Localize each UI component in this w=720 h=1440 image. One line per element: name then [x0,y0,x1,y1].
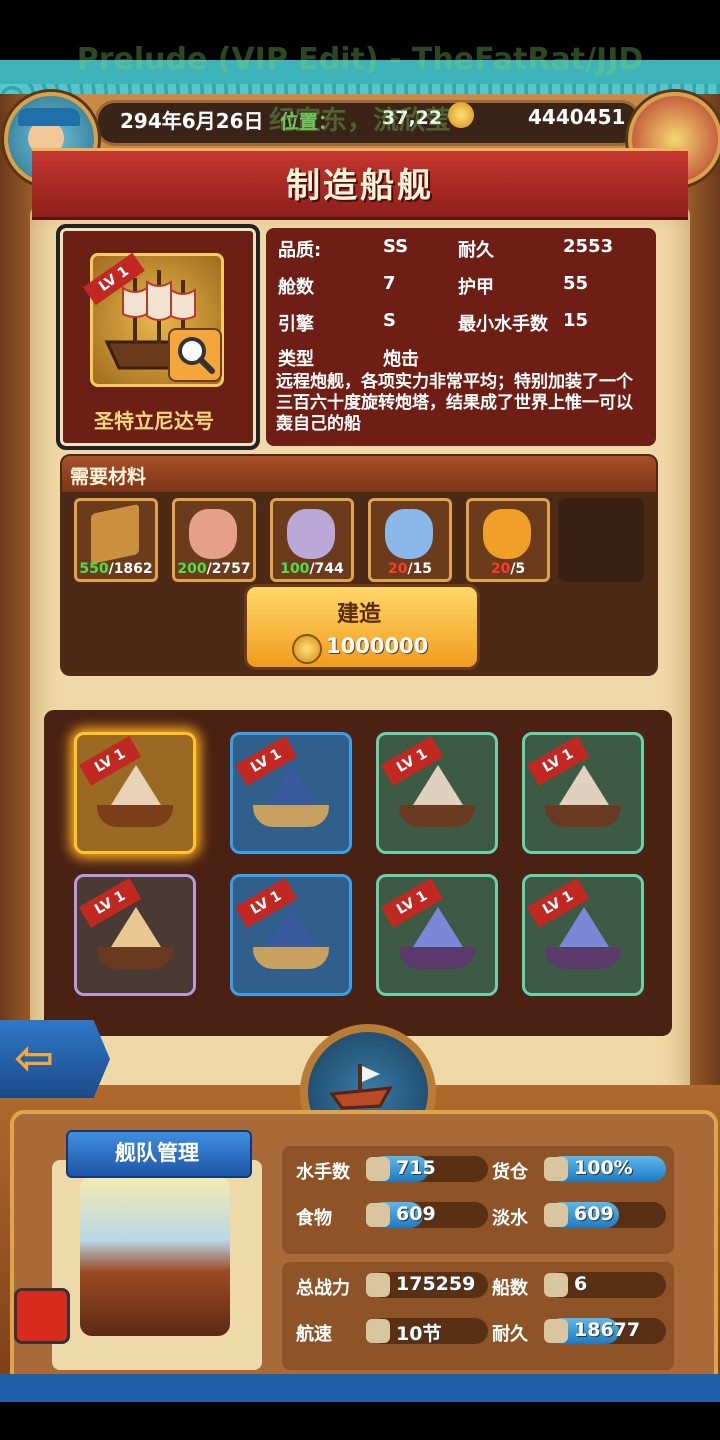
ship-option[interactable]: LV 1 [74,732,196,854]
meat-icon [366,1203,390,1227]
fleet-stat-value: 175259 [396,1273,476,1295]
ship-hull-icon [399,947,475,969]
stat-armor-value: 55 [563,273,589,294]
ship-count-icon [544,1273,568,1297]
stat-engine-value: S [383,310,396,331]
ship-option[interactable]: LV 1 [230,732,352,854]
material-slot-pink-gem[interactable]: 200/2757 [172,498,256,582]
material-count: 20/15 [387,561,433,577]
material-slot-empty [558,498,644,582]
ship-hull-icon [399,805,475,827]
fleet-stat-label: 淡水 [492,1208,528,1229]
sailor-icon [366,1157,390,1181]
stat-cabins-value: 7 [383,273,396,294]
material-count: 550/1862 [79,561,153,577]
material-count: 200/2757 [177,561,251,577]
pink-gem-icon [189,509,237,559]
fleet-stat-label: 货仓 [492,1162,528,1183]
wood-icon [91,503,139,565]
build-button-label: 建造 [336,602,381,627]
stat-durability-value: 2553 [563,236,614,257]
ship-sail-icon [413,907,463,947]
music-overlay-title: Prelude (VIP Edit) - TheFatRat/JJD [76,42,644,77]
fleet-stat-label: 水手数 [296,1162,350,1183]
ship-hull-icon [545,947,621,969]
stat-type-value: 炮击 [383,349,419,370]
ship-hull-icon [253,805,329,827]
water-icon [544,1203,568,1227]
purple-gem-icon [287,509,335,559]
material-slot-gold-gem[interactable]: 20/5 [466,498,550,582]
materials-header [62,456,656,492]
ship-name: 圣特立尼达号 [94,409,214,433]
material-count: 100/744 [280,561,344,577]
ship-option[interactable]: LV 1 [376,874,498,996]
stat-quality-label: 品质: [278,240,322,261]
fleet-stat-value: 6 [574,1273,588,1295]
material-slot-wood[interactable]: 550/1862 [74,498,158,582]
fleet-stat-label: 耐久 [492,1324,528,1345]
ship-sail-icon [267,907,317,947]
ship-sail-icon [111,907,161,947]
stat-cabins-label: 舱数 [278,277,314,298]
materials-title: 需要材料 [70,466,147,488]
stat-durability-label: 耐久 [458,240,494,261]
blue-gem-icon [385,509,433,559]
bottom-decor-strip [0,1374,720,1402]
bottom-bar [0,1402,720,1440]
music-overlay-artist: 纪宣东，流欣莹 [268,106,451,136]
fleet-stat-label: 航速 [296,1324,332,1345]
fleet-stat-value: 18677 [574,1319,641,1341]
ship-sail-icon [413,765,463,805]
ship-hull-icon [97,805,173,827]
ship-option[interactable]: LV 1 [230,874,352,996]
page-title: 制造船舰 [286,166,434,206]
fleet-stat-value: 609 [396,1203,436,1225]
ship-sail-icon [267,765,317,805]
fleet-ship-image[interactable] [80,1176,230,1336]
fleet-stat-label: 食物 [296,1208,332,1229]
ship-hull-icon [253,947,329,969]
material-slot-blue-gem[interactable]: 20/15 [368,498,452,582]
fleet-stat-value: 100% [574,1157,633,1179]
speed-icon [366,1319,390,1343]
ship-hull-icon [545,805,621,827]
stat-quality-value: SS [383,236,409,257]
fleet-stat-label: 总战力 [296,1278,350,1299]
ship-sail-icon [559,765,609,805]
ship-upgrade-icon[interactable] [14,1288,70,1344]
ship-option[interactable]: LV 1 [522,732,644,854]
stat-engine-label: 引擎 [278,314,314,335]
back-arrow-icon: ⇦ [14,1030,55,1086]
coin-icon [292,634,322,664]
magnify-button[interactable] [168,328,222,382]
ship-option[interactable]: LV 1 [376,732,498,854]
gold-gem-icon [483,509,531,559]
magnifier-icon [178,337,215,374]
material-count: 20/5 [490,561,526,577]
fleet-stat-label: 船数 [492,1278,528,1299]
swords-icon [366,1273,390,1297]
fleet-title: 舰队管理 [115,1141,199,1165]
stat-min-sailors-value: 15 [563,310,589,331]
ship-hull-icon [97,947,173,969]
fleet-stat-value: 715 [396,1157,436,1179]
ship-description: 远程炮舰，各项实力非常平均；特别加装了一个三百六十度旋转炮塔，结果成了世界上惟一… [276,372,633,434]
stat-min-sailors-label: 最小水手数 [458,314,548,335]
build-cost: 1000000 [326,634,429,658]
stat-type-label: 类型 [278,349,314,370]
ship-sail-icon [559,907,609,947]
fleet-stat-value: 10节 [396,1323,442,1345]
stat-armor-label: 护甲 [458,277,494,298]
fleet-stat-value: 609 [574,1203,614,1225]
ship-option[interactable]: LV 1 [522,874,644,996]
durability-icon [544,1319,568,1343]
ship-option[interactable]: LV 1 [74,874,196,996]
material-slot-purple-gem[interactable]: 100/744 [270,498,354,582]
ship-sail-icon [111,765,161,805]
cargo-icon [544,1157,568,1181]
